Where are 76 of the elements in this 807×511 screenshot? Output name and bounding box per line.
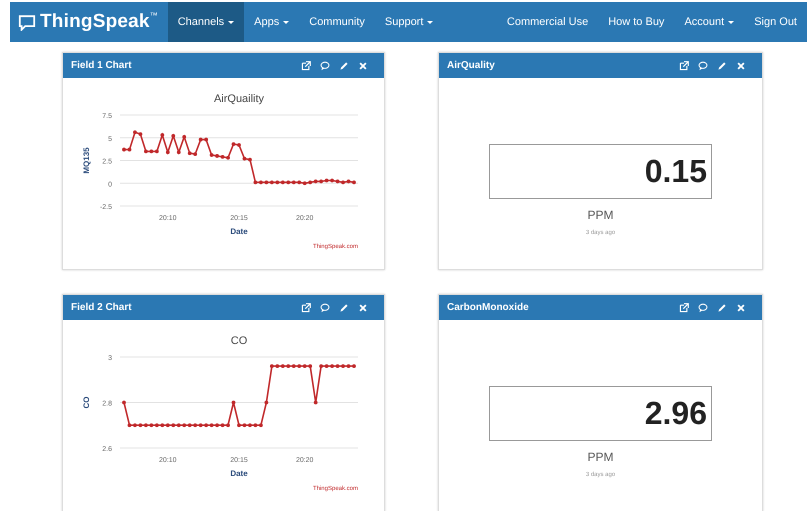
unit-label: PPM: [587, 450, 614, 464]
point: [176, 150, 180, 154]
axis-title: Date: [230, 469, 248, 478]
point: [291, 180, 296, 184]
external-link-icon[interactable]: [679, 302, 689, 312]
panel-title: AirQuality: [447, 60, 495, 71]
nav-link[interactable]: How to Buy: [598, 2, 674, 42]
point: [132, 130, 136, 134]
chart-title: CO: [230, 335, 247, 347]
external-link-icon[interactable]: [301, 302, 311, 312]
panel-title: Field 2 Chart: [71, 302, 132, 313]
point: [170, 134, 175, 138]
point: [214, 154, 218, 158]
axis-title: CO: [82, 396, 90, 408]
close-icon[interactable]: [736, 60, 746, 70]
axis-title: MQ135: [82, 147, 90, 174]
point: [308, 180, 312, 184]
point: [127, 148, 131, 152]
comment-icon[interactable]: [698, 302, 708, 312]
point: [160, 133, 164, 137]
nav-link[interactable]: Support: [374, 2, 444, 42]
point: [248, 158, 252, 162]
point: [253, 180, 257, 184]
point: [220, 154, 224, 159]
comment-icon[interactable]: [320, 302, 330, 312]
nav-link[interactable]: Account: [674, 2, 744, 42]
pencil-icon[interactable]: [339, 60, 349, 70]
point: [231, 142, 235, 146]
nav-link[interactable]: Apps: [244, 2, 300, 42]
axis-title: Date: [230, 227, 248, 236]
comment-icon[interactable]: [698, 60, 708, 70]
point: [138, 132, 142, 136]
comment-icon[interactable]: [320, 60, 330, 70]
point: [313, 180, 318, 184]
point: [352, 180, 356, 184]
chart-title: AirQuaility: [213, 93, 264, 105]
close-icon[interactable]: [736, 302, 746, 312]
pencil-icon[interactable]: [717, 60, 727, 70]
logo[interactable]: ThingSpeak$^{™}$: [10, 2, 168, 42]
point: [226, 156, 230, 160]
point: [330, 178, 334, 182]
point: [236, 143, 240, 147]
value-display: 0.15: [489, 144, 712, 199]
chat-bubble-icon: [18, 14, 36, 30]
point: [302, 181, 306, 186]
point: [165, 150, 170, 154]
close-icon[interactable]: [358, 60, 368, 70]
point: [296, 180, 301, 184]
point: [209, 153, 214, 157]
point: [204, 138, 208, 142]
nav-link[interactable]: Channels: [168, 2, 244, 42]
unit-label: PPM: [587, 208, 614, 222]
point: [182, 134, 186, 139]
external-link-icon[interactable]: [679, 60, 689, 70]
point: [258, 180, 262, 184]
pencil-icon[interactable]: [717, 302, 727, 312]
nav-link[interactable]: Sign Out: [744, 2, 807, 42]
panel-title: Field 1 Chart: [71, 60, 132, 71]
point: [335, 180, 339, 184]
point: [192, 152, 197, 156]
point: [187, 151, 192, 156]
point: [198, 138, 202, 142]
point: [340, 180, 344, 184]
point: [144, 150, 148, 154]
external-link-icon[interactable]: [301, 60, 311, 70]
point: [346, 180, 350, 184]
close-icon[interactable]: [358, 302, 368, 312]
value-display: 2.96: [489, 386, 712, 441]
nav-link[interactable]: Community: [299, 2, 375, 42]
panel-title: CarbonMonoxide: [447, 302, 529, 313]
nav-link[interactable]: Commercial Use: [496, 2, 598, 42]
point: [242, 156, 246, 161]
point: [122, 148, 126, 152]
point: [318, 180, 323, 184]
pencil-icon[interactable]: [339, 302, 349, 312]
point: [324, 178, 328, 182]
